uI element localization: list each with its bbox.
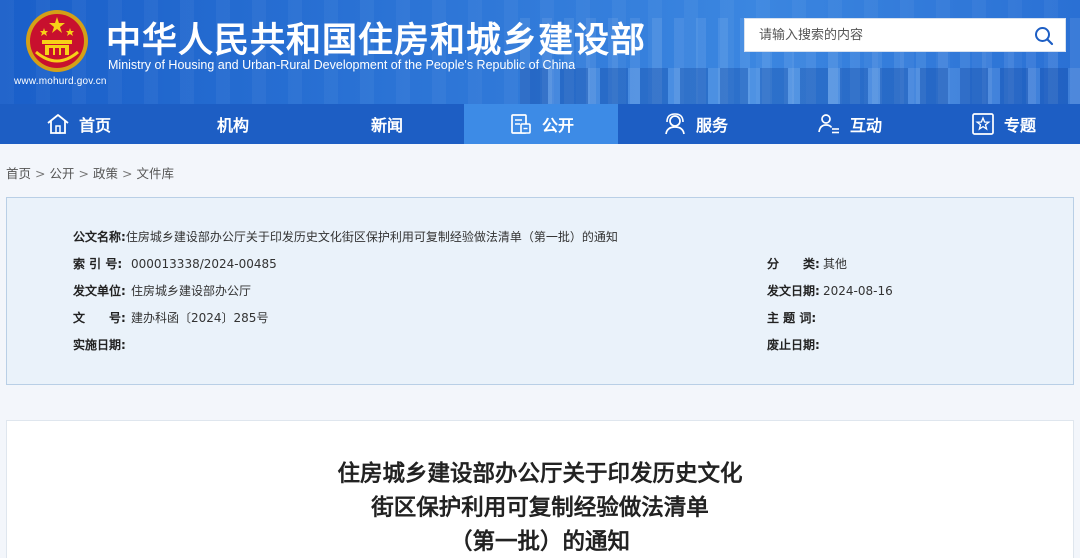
nav-item-home[interactable]: 首页 <box>0 104 156 144</box>
meta-label: 主 题 词: <box>767 311 817 325</box>
nav-label: 互动 <box>849 116 882 135</box>
breadcrumb-public[interactable]: 公开 <box>50 166 75 181</box>
national-emblem-icon[interactable] <box>24 8 90 74</box>
meta-value: 住房城乡建设部办公厅关于印发历史文化街区保护利用可复制经验做法清单（第一批）的通… <box>125 230 618 244</box>
meta-label: 废止日期: <box>767 338 820 352</box>
meta-doc-name: 公文名称:住房城乡建设部办公厅关于印发历史文化街区保护利用可复制经验做法清单（第… <box>73 228 618 245</box>
meta-label: 索 引 号: <box>73 257 123 271</box>
meta-value: 住房城乡建设部办公厅 <box>131 284 252 298</box>
breadcrumb-separator: > <box>35 166 46 181</box>
meta-category: 分 类: 其他 <box>767 255 847 272</box>
meta-value: 000013338/2024-00485 <box>131 257 277 271</box>
breadcrumb-home[interactable]: 首页 <box>6 166 31 181</box>
service-icon <box>665 113 685 135</box>
search-input[interactable] <box>745 19 1025 51</box>
nav-item-topics[interactable]: 专题 <box>926 104 1080 144</box>
meta-index: 索 引 号: 000013338/2024-00485 <box>73 255 277 272</box>
article-title: 住房城乡建设部办公厅关于印发历史文化 街区保护利用可复制经验做法清单 （第一批）… <box>7 457 1073 558</box>
nav-item-institutions[interactable]: 机构 <box>156 104 310 144</box>
nav-item-public[interactable]: 公开 <box>464 104 618 144</box>
meta-label: 分 类: <box>767 257 820 271</box>
meta-label: 发文日期: <box>767 284 820 298</box>
breadcrumb-policy[interactable]: 政策 <box>93 166 118 181</box>
nav-label: 服务 <box>695 116 728 135</box>
article-title-line: （第一批）的通知 <box>449 529 630 555</box>
breadcrumb-separator: > <box>78 166 89 181</box>
meta-issue-date: 发文日期: 2024-08-16 <box>767 282 893 299</box>
star-icon <box>972 113 994 135</box>
article-container: 住房城乡建设部办公厅关于印发历史文化 街区保护利用可复制经验做法清单 （第一批）… <box>6 420 1074 558</box>
article-title-line: 住房城乡建设部办公厅关于印发历史文化 <box>337 461 743 487</box>
nav-item-interaction[interactable]: 互动 <box>772 104 926 144</box>
meta-effective-date: 实施日期: <box>73 336 131 353</box>
nav-label: 公开 <box>541 116 574 135</box>
breadcrumb: 首页 > 公开 > 政策 > 文件库 <box>6 163 174 182</box>
nav-label: 机构 <box>216 116 249 135</box>
nav-label: 首页 <box>78 116 111 135</box>
meta-value: 其他 <box>823 257 848 271</box>
meta-label: 文 号: <box>73 311 126 325</box>
breadcrumb-library[interactable]: 文件库 <box>137 166 175 181</box>
meta-doc-number: 文 号: 建办科函〔2024〕285号 <box>73 309 268 326</box>
meta-issuer: 发文单位: 住房城乡建设部办公厅 <box>73 282 251 299</box>
search-icon[interactable] <box>1033 25 1055 47</box>
nav-item-news[interactable]: 新闻 <box>310 104 464 144</box>
interaction-icon <box>818 114 839 134</box>
meta-label: 实施日期: <box>73 338 126 352</box>
meta-label: 公文名称: <box>73 230 126 244</box>
site-header: www.mohurd.gov.cn 中华人民共和国住房和城乡建设部 Minist… <box>0 0 1080 104</box>
main-nav: 首页 机构 新闻 公开 服务 互动 专题 <box>0 104 1080 144</box>
document-icon <box>511 114 531 134</box>
site-subtitle: Ministry of Housing and Urban-Rural Deve… <box>108 58 576 72</box>
article-title-line: 街区保护利用可复制经验做法清单 <box>371 495 709 521</box>
site-title[interactable]: 中华人民共和国住房和城乡建设部 <box>106 12 646 63</box>
document-meta-box: 公文名称:住房城乡建设部办公厅关于印发历史文化街区保护利用可复制经验做法清单（第… <box>6 197 1074 385</box>
search-box <box>744 18 1066 52</box>
meta-expiry-date: 废止日期: <box>767 336 823 353</box>
home-icon <box>47 114 69 134</box>
meta-label: 发文单位: <box>73 284 126 298</box>
site-url: www.mohurd.gov.cn <box>14 76 107 87</box>
nav-label: 专题 <box>1003 116 1036 135</box>
nav-label: 新闻 <box>370 116 403 135</box>
meta-value: 建办科函〔2024〕285号 <box>131 311 269 325</box>
meta-value: 2024-08-16 <box>823 284 893 298</box>
breadcrumb-separator: > <box>122 166 133 181</box>
nav-item-service[interactable]: 服务 <box>618 104 772 144</box>
meta-keywords: 主 题 词: <box>767 309 823 326</box>
